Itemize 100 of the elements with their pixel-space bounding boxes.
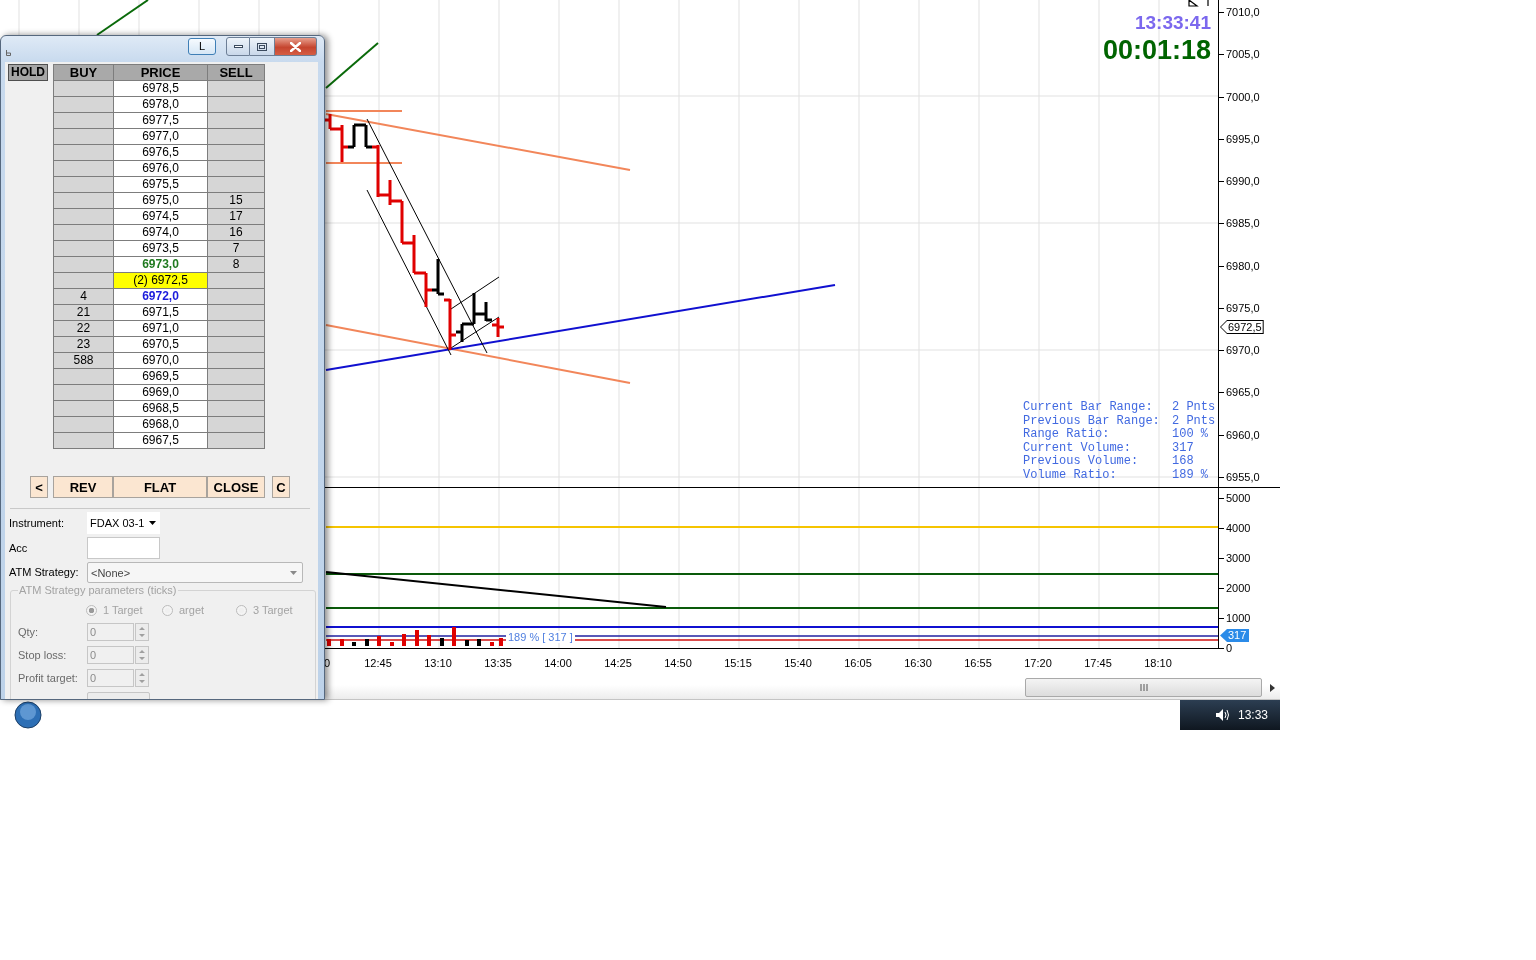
sell-cell[interactable]: 15 xyxy=(208,193,264,208)
buy-cell[interactable] xyxy=(54,369,113,384)
bar-timer: 00:01:18 xyxy=(1102,36,1211,64)
close-button[interactable] xyxy=(275,37,317,56)
price-cell: 6969,0 xyxy=(114,385,207,400)
column-header: BUY xyxy=(54,65,113,80)
volume-bar xyxy=(327,639,331,646)
price-label: 7010,0 xyxy=(1226,6,1260,18)
price-cell: 6969,5 xyxy=(114,369,207,384)
price-cell: 6970,0 xyxy=(114,353,207,368)
buy-cell[interactable] xyxy=(54,241,113,256)
price-label: 6990,0 xyxy=(1226,175,1260,188)
sell-cell[interactable] xyxy=(208,161,264,176)
taskbar-clock: 13:33 xyxy=(1238,708,1269,722)
volume-bar xyxy=(490,642,494,646)
buy-cell[interactable] xyxy=(54,145,113,160)
buy-cell[interactable] xyxy=(54,225,113,240)
buy-cell[interactable]: 22 xyxy=(54,321,113,336)
buy-cell[interactable]: 4 xyxy=(54,289,113,304)
price-label: 6980,0 xyxy=(1226,259,1260,272)
volume-bar xyxy=(377,636,381,646)
sell-cell[interactable]: 17 xyxy=(208,209,264,224)
price-label: 7000,0 xyxy=(1226,90,1260,103)
price-cell: 6975,0 xyxy=(114,193,207,208)
caret-icon xyxy=(149,521,157,525)
sell-cell[interactable] xyxy=(208,129,264,144)
buy-cell[interactable] xyxy=(54,161,113,176)
maximize-icon xyxy=(257,42,267,51)
action-button[interactable]: FLAT xyxy=(113,476,207,498)
c-button[interactable]: C xyxy=(272,476,290,498)
buy-cell[interactable] xyxy=(54,385,113,400)
sell-cell[interactable] xyxy=(208,81,264,96)
volume-bar xyxy=(499,638,503,646)
sell-cell[interactable] xyxy=(208,97,264,112)
buy-cell[interactable] xyxy=(54,177,113,192)
action-button[interactable]: REV xyxy=(53,476,113,498)
time-label: 16:55 xyxy=(963,656,993,669)
volume-axis-label: 3000 xyxy=(1226,552,1251,564)
buy-cell[interactable]: 588 xyxy=(54,353,113,368)
sell-cell[interactable] xyxy=(208,385,264,400)
buy-cell[interactable] xyxy=(54,401,113,416)
sell-cell[interactable] xyxy=(208,177,264,192)
buy-cell[interactable]: 23 xyxy=(54,337,113,352)
maximize-button[interactable] xyxy=(250,37,275,56)
marker-icon xyxy=(1188,0,1210,7)
volume-bar xyxy=(440,638,444,646)
caret-icon xyxy=(290,570,297,575)
buy-cell[interactable]: 21 xyxy=(54,305,113,320)
time-label: 13:10 xyxy=(423,656,453,669)
sell-cell[interactable] xyxy=(208,321,264,336)
buy-cell[interactable] xyxy=(54,129,113,144)
price-label: 6985,0 xyxy=(1226,217,1260,230)
field-label: Stop loss: xyxy=(18,648,68,662)
buy-cell[interactable] xyxy=(54,193,113,208)
sell-cell[interactable] xyxy=(208,337,264,352)
buy-cell[interactable] xyxy=(54,209,113,224)
sell-cell[interactable] xyxy=(208,305,264,320)
buy-cell[interactable] xyxy=(54,257,113,272)
spin-arrows-icon xyxy=(139,626,145,638)
buy-cell[interactable] xyxy=(54,113,113,128)
price-cell: 6968,0 xyxy=(114,417,207,432)
volume-ratio-label: 189 % [ 317 ] xyxy=(506,631,575,643)
start-button[interactable] xyxy=(14,701,42,729)
sell-cell[interactable] xyxy=(208,401,264,416)
lock-button[interactable]: L xyxy=(188,38,216,55)
arrow-right-icon xyxy=(1269,683,1275,692)
speaker-icon[interactable] xyxy=(1216,709,1230,721)
sell-cell[interactable] xyxy=(208,369,264,384)
spin-arrows-icon xyxy=(139,672,145,684)
sell-cell[interactable] xyxy=(208,145,264,160)
sell-cell[interactable]: 7 xyxy=(208,241,264,256)
volume-bar xyxy=(477,639,481,646)
account-field[interactable] xyxy=(87,537,160,559)
price-cell: 6978,5 xyxy=(114,81,207,96)
sell-cell[interactable] xyxy=(208,273,264,288)
buy-cell[interactable] xyxy=(54,417,113,432)
buy-cell[interactable] xyxy=(54,433,113,448)
volume-bar xyxy=(390,642,394,646)
price-bar xyxy=(430,257,446,296)
strategy-dropdown[interactable]: <None> xyxy=(87,562,303,583)
buy-cell[interactable] xyxy=(54,273,113,288)
sell-cell[interactable] xyxy=(208,289,264,304)
sell-cell[interactable] xyxy=(208,353,264,368)
field-label: Qty: xyxy=(18,625,40,639)
sell-cell[interactable]: 16 xyxy=(208,225,264,240)
price-label: 6970,0 xyxy=(1226,344,1260,357)
sell-cell[interactable] xyxy=(208,113,264,128)
sell-cell[interactable]: 8 xyxy=(208,257,264,272)
minimize-button[interactable] xyxy=(226,37,250,56)
time-label: 14:50 xyxy=(663,656,693,669)
stat-label: Range Ratio: xyxy=(1023,428,1111,442)
scrollbar-thumb[interactable] xyxy=(1025,678,1262,697)
sell-cell[interactable] xyxy=(208,417,264,432)
back-button[interactable]: < xyxy=(30,476,48,498)
instrument-dropdown[interactable]: FDAX 03-1 xyxy=(87,512,160,534)
action-button[interactable]: CLOSE xyxy=(207,476,265,498)
buy-cell[interactable] xyxy=(54,81,113,96)
sell-cell[interactable] xyxy=(208,433,264,448)
volume-axis-label: 0 xyxy=(1226,642,1233,654)
buy-cell[interactable] xyxy=(54,97,113,112)
